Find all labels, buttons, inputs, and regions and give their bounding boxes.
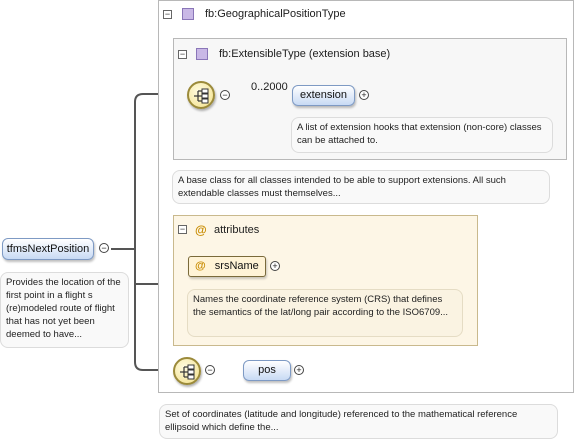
base-type-icon bbox=[196, 48, 208, 60]
complex-type-documentation: A base class for all classes intended to… bbox=[172, 170, 550, 204]
pos-element[interactable]: pos bbox=[243, 360, 291, 381]
root-element-tfmsNextPosition[interactable]: tfmsNextPosition bbox=[2, 238, 94, 260]
extension-element[interactable]: extension bbox=[292, 85, 355, 106]
collapse-attributes-button[interactable]: − bbox=[178, 225, 187, 234]
expand-extension-button[interactable]: + bbox=[359, 90, 369, 100]
pos-element-label: pos bbox=[258, 364, 276, 376]
collapse-base-button[interactable]: − bbox=[178, 50, 187, 59]
complex-type-name: fb:GeographicalPositionType bbox=[205, 8, 346, 20]
base-type-name: fb:ExtensibleType (extension base) bbox=[219, 48, 391, 60]
collapse-type-button[interactable]: − bbox=[163, 10, 172, 19]
srsName-attribute[interactable]: @ srsName bbox=[188, 256, 266, 277]
extension-cardinality: 0..2000 bbox=[251, 81, 288, 93]
collapse-root-button[interactable]: − bbox=[99, 243, 109, 253]
sequence-compositor-icon[interactable] bbox=[187, 81, 215, 109]
srsName-documentation: Names the coordinate reference system (C… bbox=[187, 289, 463, 337]
srsName-label: srsName bbox=[214, 260, 259, 272]
collapse-sequence-button[interactable]: − bbox=[220, 90, 230, 100]
complex-type-icon bbox=[182, 8, 194, 20]
root-documentation: Provides the location of the first point… bbox=[0, 272, 129, 348]
attributes-at-icon: @ bbox=[195, 223, 207, 237]
sequence-compositor-2-icon[interactable] bbox=[173, 357, 201, 385]
expand-srsName-button[interactable]: + bbox=[270, 261, 280, 271]
pos-documentation: Set of coordinates (latitude and longitu… bbox=[159, 404, 558, 439]
root-element-label: tfmsNextPosition bbox=[6, 243, 90, 255]
collapse-sequence-2-button[interactable]: − bbox=[205, 365, 215, 375]
expand-pos-button[interactable]: + bbox=[294, 365, 304, 375]
srsName-at-icon: @ bbox=[195, 260, 206, 272]
extension-element-label: extension bbox=[299, 89, 348, 101]
attributes-header: attributes bbox=[214, 224, 260, 236]
extension-documentation: A list of extension hooks that extension… bbox=[291, 117, 553, 153]
